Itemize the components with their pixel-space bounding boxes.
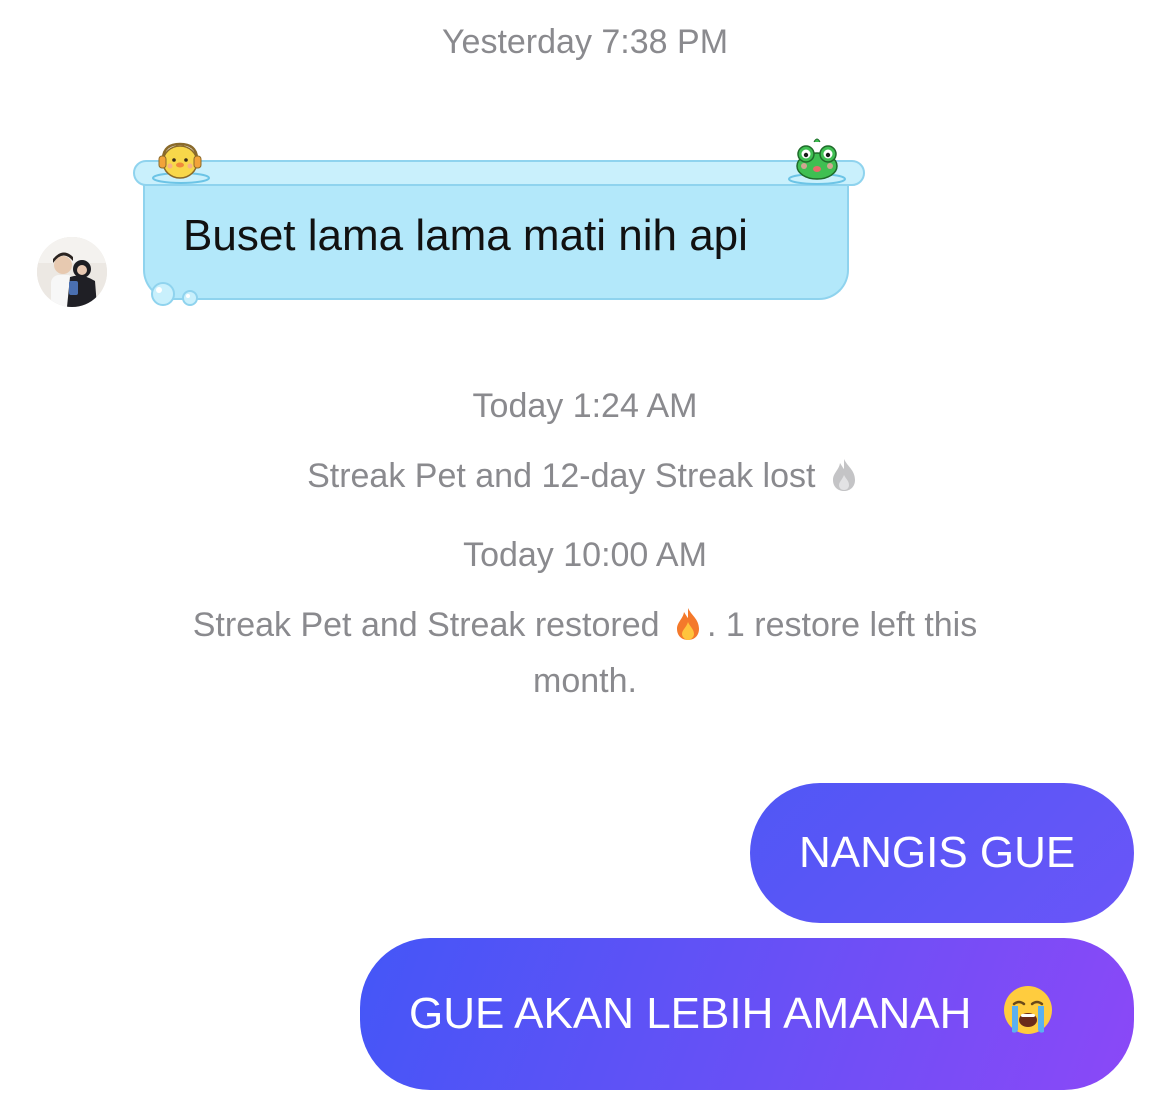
streak-restored-notice: Streak Pet and Streak restored . 1 resto… (0, 597, 1170, 709)
grey-fire-icon (832, 459, 855, 491)
bubble-rim (133, 160, 865, 186)
duck-sticker-icon (152, 142, 210, 184)
streak-lost-text: Streak Pet and 12-day Streak lost (307, 457, 816, 495)
incoming-message-text: Buset lama lama mati nih api (183, 211, 748, 260)
streak-lost-notice: Streak Pet and 12-day Streak lost (0, 448, 1170, 504)
outgoing-message-bubble[interactable]: GUE AKAN LEBIH AMANAH (360, 938, 1134, 1090)
loudly-crying-face-icon (1003, 986, 1052, 1034)
timestamp-yesterday: Yesterday 7:38 PM (441, 23, 729, 61)
outgoing-message-text: GUE AKAN LEBIH AMANAH (409, 989, 972, 1038)
avatar-photo-icon (37, 237, 107, 307)
streak-restored-text: Streak Pet and Streak restored (192, 606, 660, 644)
water-bubbles-icon (151, 282, 198, 306)
fire-icon (677, 608, 700, 640)
frog-sticker-icon (788, 138, 846, 185)
outgoing-message-text: NANGIS GUE (799, 828, 1076, 877)
timestamp-today-10-00: Today 10:00 AM (463, 536, 707, 574)
avatar[interactable] (37, 237, 107, 307)
timestamp-today-1-24: Today 1:24 AM (472, 387, 698, 425)
outgoing-message-bubble[interactable]: NANGIS GUE (750, 783, 1134, 923)
